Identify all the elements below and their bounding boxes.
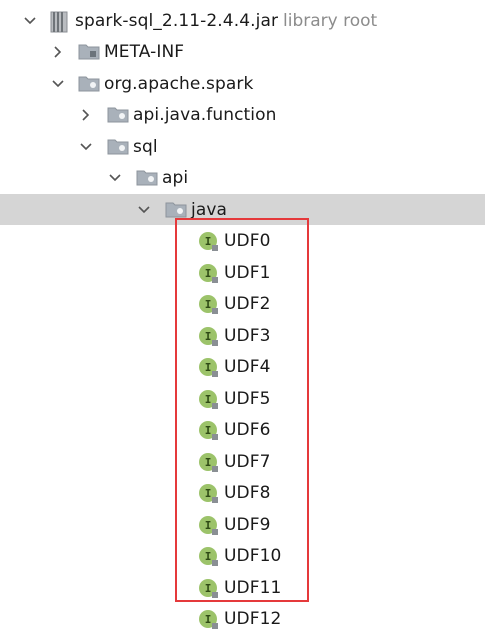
tree-item-interface[interactable]: I UDF12: [0, 603, 485, 634]
tree-item-label: UDF6: [224, 419, 271, 440]
tree-item-label: sql: [133, 136, 158, 157]
chevron-right-icon[interactable]: [51, 45, 65, 59]
tree-item-sql[interactable]: sql: [0, 131, 485, 162]
library-root-hint: library root: [283, 10, 378, 31]
svg-text:I: I: [205, 424, 212, 437]
interface-icon: I: [198, 515, 218, 535]
tree-item-interface[interactable]: I UDF5: [0, 383, 485, 414]
tree-item-label: UDF12: [224, 608, 282, 629]
interface-icon: I: [198, 452, 218, 472]
tree-item-java[interactable]: java: [0, 194, 485, 225]
tree-item-interface[interactable]: I UDF2: [0, 288, 485, 319]
interface-icon: I: [198, 546, 218, 566]
tree-item-label: api.java.function: [133, 104, 277, 125]
tree-item-label: UDF7: [224, 451, 271, 472]
interface-icon: I: [198, 420, 218, 440]
package-icon: [107, 137, 129, 157]
chevron-down-icon[interactable]: [51, 77, 65, 91]
tree-item-label: org.apache.spark: [104, 73, 254, 94]
tree-item-label: UDF1: [224, 262, 271, 283]
tree-item-label: UDF5: [224, 388, 271, 409]
folder-icon: [78, 42, 100, 62]
svg-text:I: I: [205, 361, 212, 374]
tree-item-interface[interactable]: I UDF10: [0, 540, 485, 571]
tree-item-interface[interactable]: I UDF4: [0, 351, 485, 382]
tree-item-interface[interactable]: I UDF11: [0, 572, 485, 603]
chevron-down-icon[interactable]: [23, 14, 37, 28]
tree-item-label: UDF3: [224, 325, 271, 346]
chevron-down-icon[interactable]: [79, 140, 93, 154]
tree-item-interface[interactable]: I UDF0: [0, 225, 485, 256]
package-icon: [78, 74, 100, 94]
tree-item-jar-root[interactable]: spark-sql_2.11-2.4.4.jar library root: [0, 5, 485, 36]
interface-icon: I: [198, 263, 218, 283]
interface-icon: I: [198, 578, 218, 598]
svg-text:I: I: [205, 582, 212, 595]
svg-text:I: I: [205, 487, 212, 500]
tree-item-meta-inf[interactable]: META-INF: [0, 36, 485, 67]
svg-text:I: I: [205, 330, 212, 343]
tree-item-interface[interactable]: I UDF6: [0, 414, 485, 445]
project-tree: spark-sql_2.11-2.4.4.jar library root ME…: [0, 0, 485, 635]
interface-icon: I: [198, 231, 218, 251]
tree-item-interface[interactable]: I UDF7: [0, 446, 485, 477]
interface-icon: I: [198, 357, 218, 377]
tree-item-interface[interactable]: I UDF1: [0, 257, 485, 288]
tree-item-label: UDF0: [224, 230, 271, 251]
chevron-down-icon[interactable]: [108, 171, 122, 185]
package-icon: [165, 200, 187, 220]
tree-item-label: UDF4: [224, 356, 271, 377]
interface-icon: I: [198, 389, 218, 409]
tree-item-label: UDF2: [224, 293, 271, 314]
tree-item-interface[interactable]: I UDF3: [0, 320, 485, 351]
interface-icon: I: [198, 609, 218, 629]
svg-text:I: I: [205, 613, 212, 626]
tree-item-label: UDF11: [224, 577, 282, 598]
tree-item-label: api: [162, 167, 189, 188]
chevron-right-icon[interactable]: [79, 108, 93, 122]
interface-icon: I: [198, 326, 218, 346]
package-icon: [136, 168, 158, 188]
tree-item-api[interactable]: api: [0, 162, 485, 193]
chevron-down-icon[interactable]: [137, 203, 151, 217]
jar-icon: [49, 11, 69, 32]
tree-item-interface[interactable]: I UDF8: [0, 477, 485, 508]
tree-item-org-apache-spark[interactable]: org.apache.spark: [0, 68, 485, 99]
svg-text:I: I: [205, 267, 212, 280]
tree-item-label: UDF8: [224, 482, 271, 503]
package-icon: [107, 105, 129, 125]
tree-item-label: spark-sql_2.11-2.4.4.jar: [75, 10, 279, 31]
interface-icon: I: [198, 294, 218, 314]
svg-text:I: I: [205, 456, 212, 469]
svg-text:I: I: [205, 393, 212, 406]
tree-item-label: UDF10: [224, 545, 282, 566]
svg-text:I: I: [205, 298, 212, 311]
tree-item-label: UDF9: [224, 514, 271, 535]
svg-text:I: I: [205, 519, 212, 532]
svg-text:I: I: [205, 550, 212, 563]
tree-item-api-java-function[interactable]: api.java.function: [0, 99, 485, 130]
tree-item-interface[interactable]: I UDF9: [0, 509, 485, 540]
tree-item-label: META-INF: [104, 41, 185, 62]
tree-item-label: java: [191, 199, 228, 220]
svg-text:I: I: [205, 235, 212, 248]
interface-icon: I: [198, 483, 218, 503]
